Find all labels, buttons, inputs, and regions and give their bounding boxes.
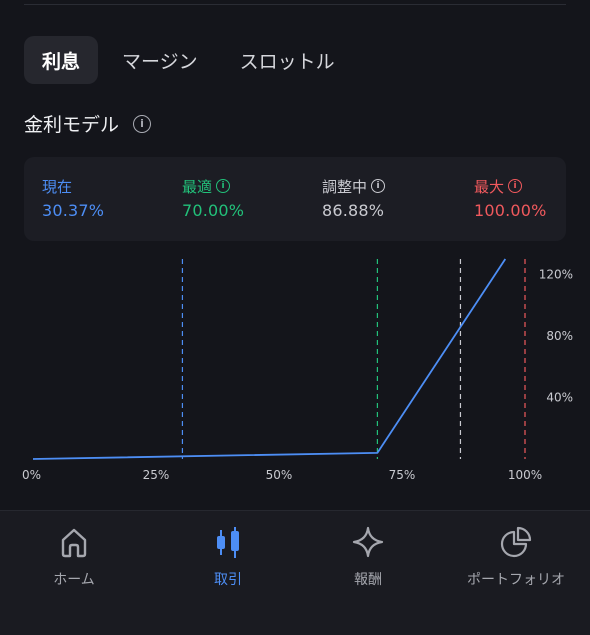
info-icon[interactable]: i <box>508 179 523 193</box>
stat-current-value: 30.37% <box>42 201 105 220</box>
nav-home-label: ホーム <box>53 572 95 588</box>
interest-rate-chart: 0% 25% 50% 75% 100% 40% 80% 120% <box>22 258 573 482</box>
stat-max-value: 100.00% <box>474 201 547 220</box>
tab-bar: 利息 マージン スロットル <box>24 36 353 84</box>
x-tick-label: 100% <box>508 468 542 482</box>
stat-current: 現在 30.37% <box>42 177 105 221</box>
stat-optimal: 最適 i 70.00% <box>182 177 245 221</box>
nav-portfolio[interactable]: ポートフォリオ <box>451 525 581 589</box>
nav-rewards[interactable]: 報酬 <box>303 525 433 589</box>
x-tick-label: 0% <box>22 468 41 482</box>
nav-home[interactable]: ホーム <box>9 525 139 589</box>
stat-optimal-value: 70.00% <box>182 201 245 220</box>
nav-portfolio-label: ポートフォリオ <box>467 572 565 588</box>
pie-chart-icon <box>500 526 532 558</box>
tab-throttle[interactable]: スロットル <box>222 36 353 84</box>
info-icon[interactable]: i <box>133 114 152 133</box>
sparkle-icon <box>352 526 384 558</box>
candlestick-icon <box>217 527 239 558</box>
nav-trade-label: 取引 <box>214 572 242 588</box>
rate-curve-line <box>32 258 507 460</box>
tab-margin[interactable]: マージン <box>104 36 216 84</box>
section-header: 金利モデル i <box>24 110 152 137</box>
tab-interest[interactable]: 利息 <box>24 36 99 84</box>
stat-max: 最大 i 100.00% <box>474 177 547 221</box>
stat-optimal-label: 最適 <box>182 177 213 196</box>
stat-adjusting-label: 調整中 <box>322 177 368 196</box>
x-tick-label: 75% <box>389 468 416 482</box>
y-tick-label: 40% <box>546 390 573 404</box>
nav-trade[interactable]: 取引 <box>163 525 293 589</box>
bottom-nav: ホーム 取引 報酬 ポートフォリオ <box>0 511 590 635</box>
rate-stats-panel: 現在 30.37% 最適 i 70.00% 調整中 i 86.88% 最大 i 100… <box>24 157 566 241</box>
y-tick-label: 80% <box>546 329 573 343</box>
x-tick-label: 25% <box>143 468 170 482</box>
section-title: 金利モデル <box>24 114 120 136</box>
y-tick-label: 120% <box>539 267 573 281</box>
stat-adjusting: 調整中 i 86.88% <box>322 177 386 220</box>
stat-adjusting-value: 86.88% <box>322 201 385 220</box>
top-divider <box>24 4 566 5</box>
stat-max-label: 最大 <box>474 177 505 196</box>
home-icon <box>61 528 87 558</box>
info-icon[interactable]: i <box>216 179 231 193</box>
stat-current-label: 現在 <box>42 177 73 196</box>
nav-rewards-label: 報酬 <box>354 572 382 588</box>
info-icon[interactable]: i <box>371 179 386 193</box>
x-tick-label: 50% <box>266 468 293 482</box>
